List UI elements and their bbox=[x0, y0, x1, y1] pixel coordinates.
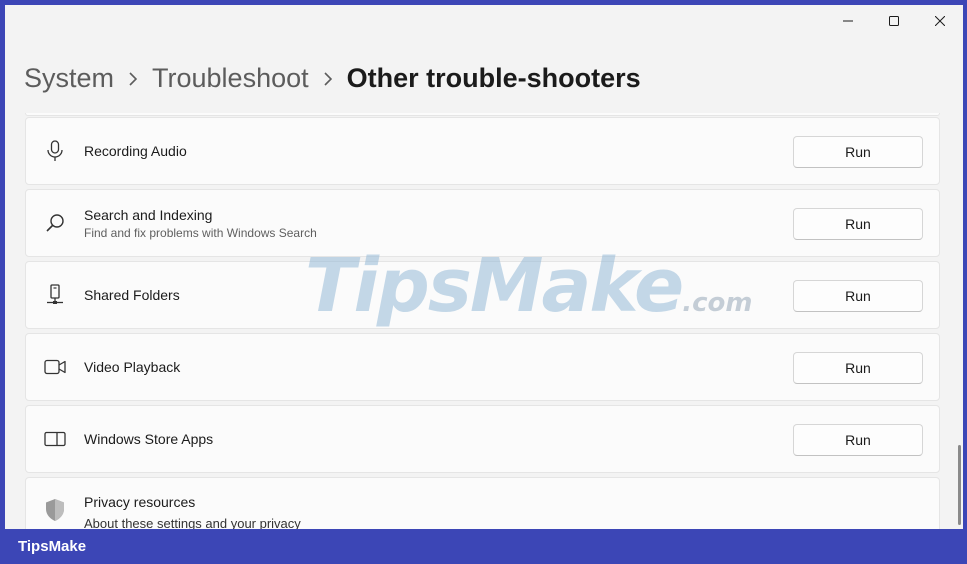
search-icon bbox=[43, 211, 67, 235]
troubleshooter-windows-store-apps: Windows Store Apps Run bbox=[25, 405, 940, 473]
troubleshooter-title: Video Playback bbox=[84, 359, 181, 375]
close-icon bbox=[935, 16, 945, 26]
troubleshooter-title: Search and Indexing bbox=[84, 206, 213, 223]
breadcrumb: System Troubleshoot Other trouble-shoote… bbox=[24, 63, 641, 94]
shared-folder-icon bbox=[43, 283, 67, 307]
privacy-resources-card[interactable]: Privacy resources About these settings a… bbox=[25, 477, 940, 529]
breadcrumb-troubleshoot[interactable]: Troubleshoot bbox=[152, 63, 309, 94]
footer-brand: TipsMake bbox=[18, 538, 87, 555]
minimize-icon bbox=[843, 20, 853, 22]
troubleshooter-description: Find and fix problems with Windows Searc… bbox=[84, 225, 317, 240]
maximize-icon bbox=[889, 16, 899, 26]
privacy-title: Privacy resources bbox=[84, 494, 196, 510]
title-bar-controls bbox=[825, 5, 963, 37]
video-camera-icon bbox=[43, 355, 67, 379]
microphone-icon bbox=[43, 139, 67, 163]
troubleshooter-search-indexing: Search and Indexing Find and fix problem… bbox=[25, 189, 940, 257]
privacy-link[interactable]: About these settings and your privacy bbox=[84, 516, 301, 529]
run-shared-folders-button[interactable]: Run bbox=[793, 280, 923, 312]
scrolled-card-edge bbox=[25, 113, 940, 116]
troubleshooter-video-playback: Video Playback Run bbox=[25, 333, 940, 401]
run-windows-store-apps-button[interactable]: Run bbox=[793, 424, 923, 456]
minimize-button[interactable] bbox=[825, 5, 871, 37]
chevron-right-icon bbox=[129, 71, 138, 86]
troubleshooter-title: Recording Audio bbox=[84, 143, 187, 159]
vertical-scrollbar[interactable] bbox=[958, 445, 961, 525]
page-title: Other trouble-shooters bbox=[346, 63, 641, 93]
chevron-right-icon bbox=[324, 71, 332, 86]
store-apps-icon bbox=[43, 427, 67, 451]
run-video-playback-button[interactable]: Run bbox=[793, 352, 923, 384]
footer-bar: TipsMake bbox=[0, 529, 967, 564]
troubleshooter-title: Windows Store Apps bbox=[84, 431, 214, 447]
troubleshooter-title: Shared Folders bbox=[84, 287, 180, 303]
run-recording-audio-button[interactable]: Run bbox=[793, 136, 923, 168]
troubleshooter-recording-audio: Recording Audio Run bbox=[25, 117, 940, 185]
troubleshooter-list: Recording Audio Run Search and Indexing … bbox=[25, 117, 940, 529]
shield-icon bbox=[43, 498, 67, 522]
settings-window: System Troubleshoot Other trouble-shoote… bbox=[5, 5, 963, 529]
maximize-button[interactable] bbox=[871, 5, 917, 37]
run-search-indexing-button[interactable]: Run bbox=[793, 208, 923, 240]
breadcrumb-system[interactable]: System bbox=[24, 63, 114, 94]
troubleshooter-shared-folders: Shared Folders Run bbox=[25, 261, 940, 329]
close-button[interactable] bbox=[917, 5, 963, 37]
